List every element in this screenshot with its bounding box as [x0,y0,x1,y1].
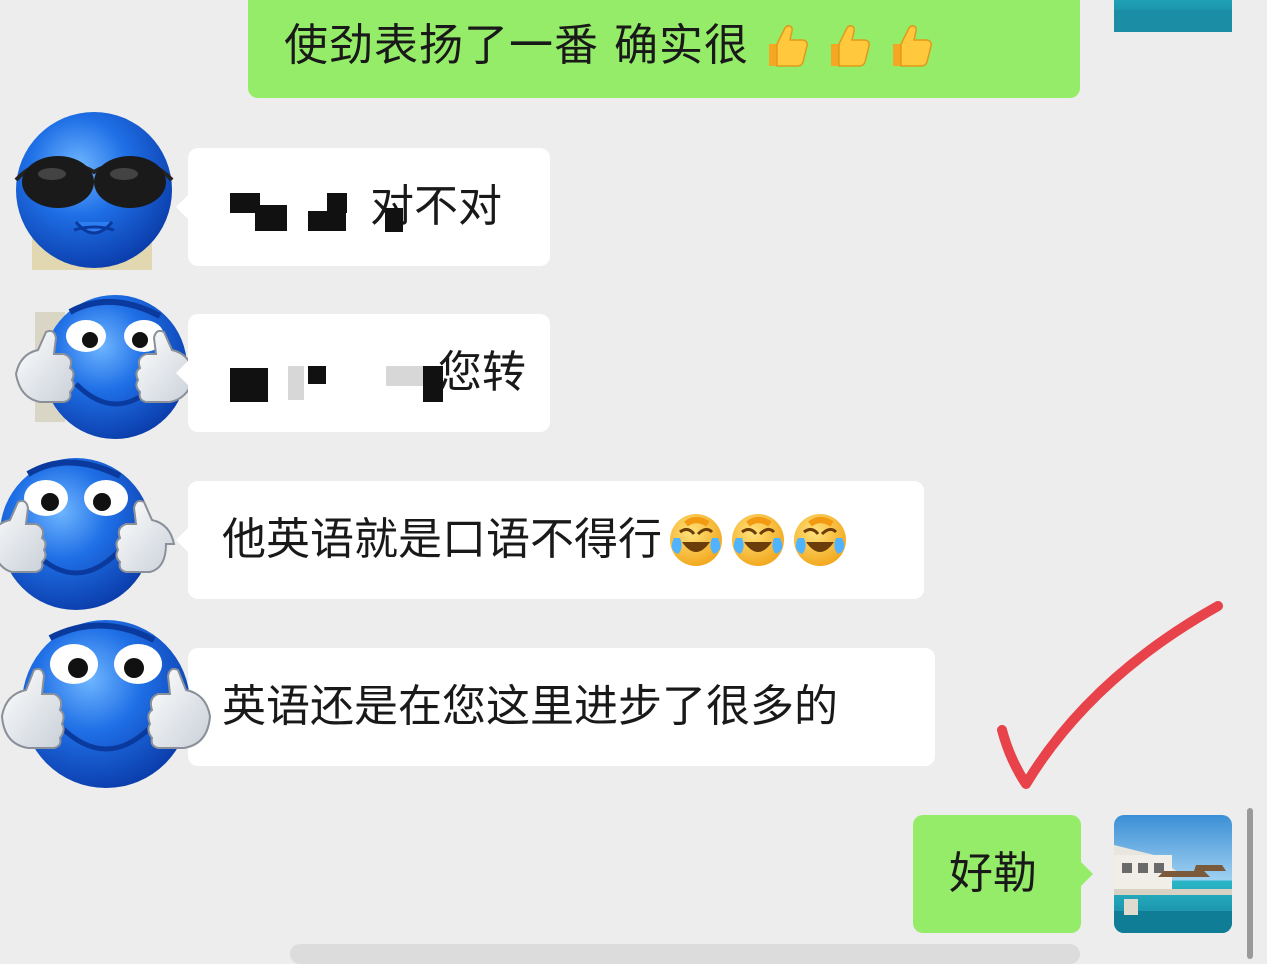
contact-avatar[interactable] [12,110,177,270]
message-text: 他英语就是口语不得行 [222,514,662,565]
redaction-block [255,205,287,231]
redaction-block [308,366,326,384]
message-bubble-outgoing[interactable]: 好勒 [913,815,1093,933]
message-bubble-incoming[interactable]: 他英语就是口语不得行 [176,481,924,599]
message-text: 英语还是在您这里进步了很多的 [222,681,838,732]
contact-avatar[interactable] [0,612,212,802]
redaction-block [230,368,268,402]
redaction-block [386,366,428,386]
laughing-crying-icon [670,514,722,566]
redaction-block [288,366,304,400]
redaction-block [423,366,443,402]
message-bubble-outgoing[interactable]: 使劲表扬了一番 确实很 [248,0,1080,98]
redaction-block [327,193,347,213]
laughing-crying-icon [732,514,784,566]
contact-avatar[interactable] [10,292,200,442]
message-bubble-incoming[interactable]: 英语还是在您这里进步了很多的 [176,648,935,766]
contact-avatar[interactable] [0,452,178,612]
chat-area[interactable]: 使劲表扬了一番 确实很 对不对 您转 他英语就是口语不得行 英语还是在您这里进步… [0,0,1267,964]
message-text: 好勒 [949,848,1037,899]
thumbs-up-icon [893,25,932,67]
red-checkmark-annotation [997,601,1223,789]
self-avatar[interactable] [1114,0,1232,32]
thumbs-up-icon [769,25,808,67]
laughing-crying-icon [794,514,846,566]
message-text: 使劲表扬了一番 确实很 [284,20,749,71]
thumbs-up-icon [831,25,870,67]
redaction-block [385,208,403,232]
self-avatar[interactable] [1114,815,1232,933]
scrollbar[interactable] [1247,808,1253,959]
next-message-bubble-partial [290,944,1080,964]
message-text: 您转 [438,347,526,398]
redaction-block [308,211,346,231]
